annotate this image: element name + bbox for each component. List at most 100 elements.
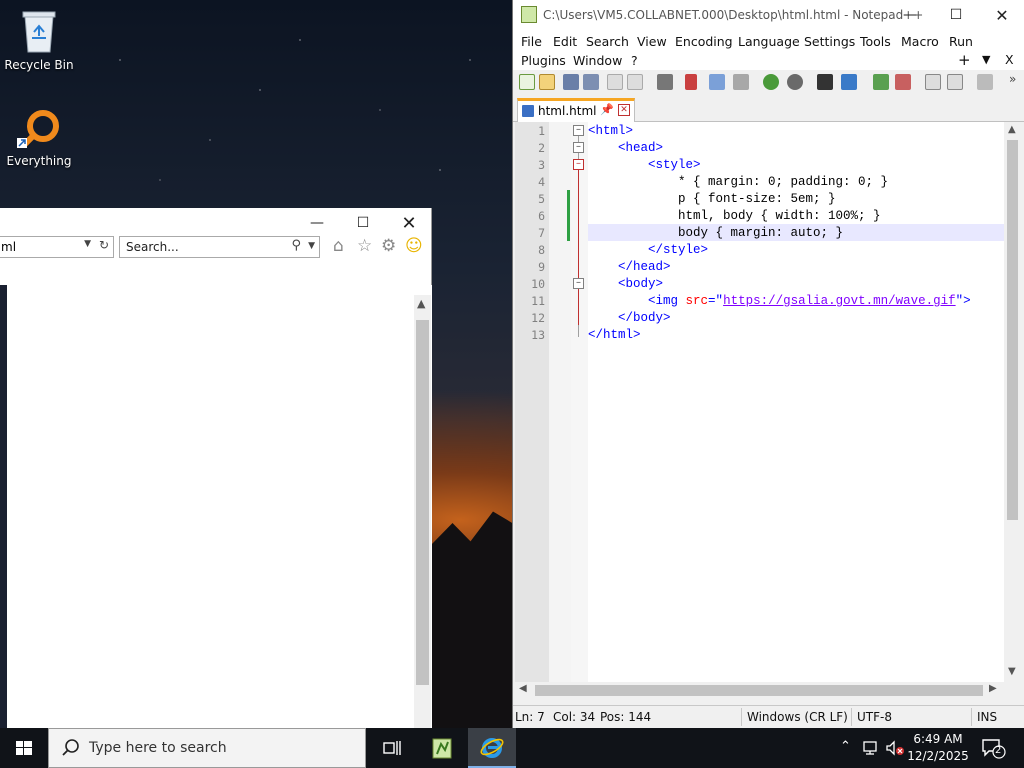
menu-search[interactable]: Search [586,34,629,49]
menu-bar: File Edit Search View Encoding Language … [513,30,1024,70]
pin-icon[interactable]: 📌 [600,103,614,116]
code-line: </body> [588,311,671,325]
close-document-icon[interactable]: X [1005,52,1014,67]
menu-macro[interactable]: Macro [901,34,939,49]
start-button[interactable] [0,728,48,768]
editor-horizontal-scrollbar[interactable]: ◀ ▶ [515,682,1021,699]
scrollbar-thumb[interactable] [535,685,983,696]
cut-icon[interactable] [685,74,697,90]
system-clock[interactable]: 6:49 AM 12/2/2025 [906,731,970,765]
undo-icon[interactable] [763,74,779,90]
paste-icon[interactable] [733,74,749,90]
zoom-in-icon[interactable] [873,74,889,90]
refresh-icon[interactable]: ↻ [99,238,109,252]
volume-muted-icon[interactable] [885,740,905,756]
feedback-smiley-icon[interactable]: ☺ [405,236,423,256]
code-line: html, body { width: 100%; } [588,209,881,223]
notepadpp-icon [432,738,452,759]
minimize-button[interactable]: — [887,0,933,30]
menu-view[interactable]: View [637,34,667,49]
tab-html-html[interactable]: html.html 📌 ✕ [517,98,635,122]
status-eol[interactable]: Windows (CR LF) [747,710,848,724]
menu-edit[interactable]: Edit [553,34,577,49]
scroll-up-arrow-icon[interactable]: ▲ [417,297,425,310]
browser-vertical-scrollbar[interactable]: ▲ [414,295,431,728]
tab-close-icon[interactable]: ✕ [618,104,630,116]
chevron-down-icon[interactable]: ▼ [84,239,91,249]
menu-help[interactable]: ? [631,53,638,68]
copy-icon[interactable] [709,74,725,90]
scroll-left-arrow-icon[interactable]: ◀ [519,683,527,694]
browser-search-input[interactable]: Search... ⚲ ▼ [119,236,320,258]
scroll-right-arrow-icon[interactable]: ▶ [989,683,997,694]
open-file-icon[interactable] [539,74,555,90]
maximize-button[interactable]: ☐ [340,208,386,238]
show-hidden-icons-chevron-icon[interactable]: ⌃ [840,739,851,754]
toolbar-overflow-icon[interactable]: » [1009,72,1016,86]
code-url-value[interactable]: https://gsalia.govt.mn/wave.gif [723,294,956,308]
menu-window[interactable]: Window [573,53,622,68]
taskbar: Type here to search ⌃ 6:49 AM 12/2/2025 … [0,728,1024,768]
taskbar-app-notepadpp[interactable] [418,728,466,768]
scroll-down-arrow-icon[interactable]: ▼ [1008,666,1016,677]
find-icon[interactable] [817,74,833,90]
taskbar-search-input[interactable]: Type here to search [48,728,366,768]
print-icon[interactable] [657,74,673,90]
scrollbar-thumb[interactable] [1007,140,1018,520]
action-center-button[interactable]: 2 [980,736,1006,760]
tab-list-dropdown-icon[interactable]: ▼ [982,53,990,66]
address-bar[interactable]: ml ▼ ↻ [0,236,114,258]
fold-toggle-icon[interactable]: – [573,159,584,170]
sync-horizontal-icon[interactable] [947,74,963,90]
status-separator [971,708,972,726]
desktop-icon-everything[interactable]: Everything [1,106,77,168]
search-icon[interactable]: ⚲ [291,238,301,253]
network-icon[interactable] [862,740,880,756]
close-all-icon[interactable] [627,74,643,90]
editor-vertical-scrollbar[interactable]: ▲ ▼ [1004,122,1021,682]
menu-run[interactable]: Run [949,34,973,49]
maximize-button[interactable]: ☐ [933,0,979,30]
internet-explorer-icon [480,738,504,758]
menu-tools[interactable]: Tools [860,34,891,49]
code-editor[interactable]: – – – – 1 2 3 4 5 6 7 8 9 10 11 12 13 <h… [515,122,1021,682]
task-view-button[interactable] [368,728,416,768]
chevron-down-icon[interactable]: ▼ [308,241,315,251]
menu-file[interactable]: File [521,34,542,49]
fold-toggle-icon[interactable]: – [573,142,584,153]
scroll-up-arrow-icon[interactable]: ▲ [1008,124,1016,135]
line-number: 3 [538,158,545,172]
everything-search-icon [17,110,59,149]
save-all-icon[interactable] [583,74,599,90]
status-bar: Ln: 7 Col: 34 Pos: 144 Windows (CR LF) U… [513,705,1024,727]
taskbar-app-internet-explorer[interactable] [468,728,516,768]
minimize-button[interactable]: — [294,208,340,238]
close-button[interactable]: ✕ [979,0,1024,30]
sync-vertical-icon[interactable] [925,74,941,90]
zoom-out-icon[interactable] [895,74,911,90]
status-insert-mode[interactable]: INS [977,710,997,724]
new-file-icon[interactable] [519,74,535,90]
settings-gear-icon[interactable]: ⚙ [381,236,396,256]
home-icon[interactable]: ⌂ [333,236,344,256]
line-number: 11 [531,294,545,308]
status-encoding[interactable]: UTF-8 [857,710,892,724]
menu-language[interactable]: Language [738,34,800,49]
favorites-star-icon[interactable]: ☆ [357,236,372,256]
menu-plugins[interactable]: Plugins [521,53,566,68]
new-tab-plus-icon[interactable]: + [958,51,971,69]
fold-toggle-icon[interactable]: – [573,278,584,289]
close-file-icon[interactable] [607,74,623,90]
find-replace-icon[interactable] [841,74,857,90]
fold-toggle-icon[interactable]: – [573,125,584,136]
scrollbar-thumb[interactable] [416,320,429,685]
code-line: <head> [588,141,664,155]
menu-settings[interactable]: Settings [804,34,855,49]
desktop-icon-recycle-bin[interactable]: Recycle Bin [1,8,77,72]
redo-icon[interactable] [787,74,803,90]
save-icon[interactable] [563,74,579,90]
menu-encoding[interactable]: Encoding [675,34,733,49]
close-button[interactable]: ✕ [386,208,432,238]
word-wrap-icon[interactable] [977,74,993,90]
